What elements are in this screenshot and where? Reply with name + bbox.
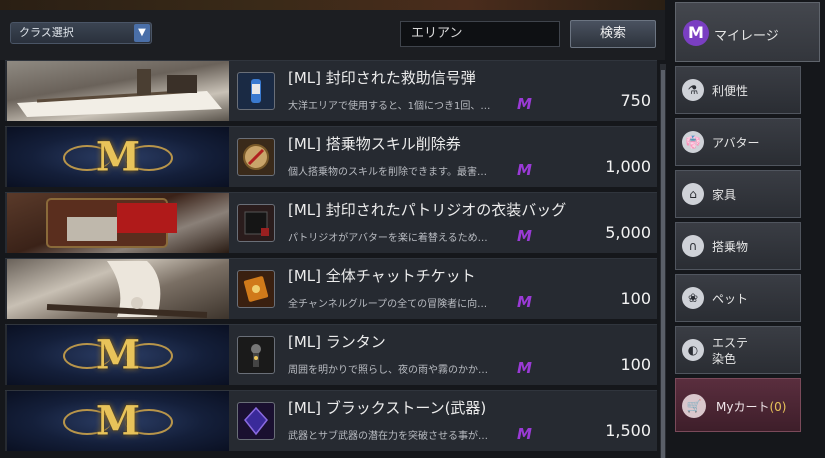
tab-mount[interactable]: ∩ 搭乗物 (675, 222, 801, 270)
item-description: 全チャンネルグループの全ての冒険者に向… (288, 299, 488, 310)
hair-icon: ◐ (682, 339, 704, 361)
tab-label: マイレージ (714, 29, 779, 44)
item-price: 100 (620, 355, 651, 374)
cart-icon: 🛒 (682, 394, 706, 418)
lantern-icon (237, 336, 275, 374)
item-price: 5,000 (605, 223, 651, 242)
chevron-down-icon[interactable]: ▼ (134, 24, 150, 42)
item-name: [ML] 全体チャットチケット (288, 267, 476, 285)
item-price: 100 (620, 289, 651, 308)
item-thumbnail (7, 61, 229, 121)
tab-label: 利便性 (712, 84, 749, 98)
paw-icon: ❀ (682, 287, 704, 309)
list-item[interactable]: M [ML] ブラックストーン(武器) 武器とサブ武器の潜在力を突破させる事が…… (5, 390, 657, 451)
tab-label: 搭乗物 (712, 240, 749, 254)
tab-beauty-dye[interactable]: ◐ エステ 染色 (675, 326, 801, 374)
mileage-emblem-icon: M (7, 391, 229, 451)
item-description: パトリジオがアバターを楽に着替えるため… (288, 233, 488, 244)
class-select-dropdown[interactable]: クラス選択 ▼ (10, 22, 152, 44)
item-thumbnail (7, 193, 229, 253)
chair-icon: ⌂ (682, 183, 704, 205)
list-item[interactable]: M [ML] ランタン 周囲を明かりで照らし、夜の雨や霧のかか… M 100 (5, 324, 657, 385)
tab-pet[interactable]: ❀ ペット (675, 274, 801, 322)
item-name: [ML] 封印された救助信号弾 (288, 69, 476, 87)
potion-icon: ⚗ (682, 79, 704, 101)
horseshoe-icon: ∩ (682, 235, 704, 257)
costume-icon: 👘 (682, 131, 704, 153)
mileage-m-icon: M (517, 293, 532, 311)
list-item[interactable]: M [ML] 搭乗物スキル削除券 個人搭乗物のスキルを削除できます。最害… M … (5, 126, 657, 187)
mileage-m-icon: M (683, 20, 709, 46)
tab-convenience[interactable]: ⚗ 利便性 (675, 66, 801, 114)
item-price: 750 (620, 91, 651, 110)
tab-label: ペット (712, 292, 749, 306)
tab-label: エステ 染色 (712, 336, 749, 366)
search-button[interactable]: 検索 (570, 20, 656, 48)
mileage-m-icon: M (517, 359, 532, 377)
cart-label: Myカート(0) (716, 398, 786, 415)
item-description: 周囲を明かりで照らし、夜の雨や霧のかか… (288, 365, 488, 376)
item-description: 大洋エリアで使用すると、1個につき1回、… (288, 101, 491, 112)
class-select-label: クラス選択 (19, 26, 74, 39)
list-scrollbar[interactable] (660, 64, 666, 458)
item-price: 1,500 (605, 421, 651, 440)
my-cart-button[interactable]: 🛒 Myカート(0) (675, 378, 801, 432)
cart-count: (0) (769, 400, 787, 414)
mileage-m-icon: M (517, 95, 532, 113)
ticket-icon (237, 270, 275, 308)
blackstone-icon (237, 402, 275, 440)
item-thumbnail (7, 259, 229, 319)
item-list: [ML] 封印された救助信号弾 大洋エリアで使用すると、1個につき1回、… M … (0, 60, 660, 458)
item-name: [ML] 封印されたパトリジオの衣装バッグ (288, 201, 567, 219)
list-item[interactable]: [ML] 封印された救助信号弾 大洋エリアで使用すると、1個につき1回、… M … (5, 60, 657, 121)
toolbar: クラス選択 ▼ エリアン 検索 (0, 10, 665, 60)
mileage-m-icon: M (517, 425, 532, 443)
scrollbar-thumb[interactable] (661, 70, 665, 458)
mileage-m-icon: M (517, 227, 532, 245)
tab-mileage[interactable]: M マイレージ (675, 2, 820, 62)
list-item[interactable]: [ML] 全体チャットチケット 全チャンネルグループの全ての冒険者に向… M 1… (5, 258, 657, 319)
item-price: 1,000 (605, 157, 651, 176)
category-sidebar: M マイレージ ⚗ 利便性 👘 アバター ⌂ 家具 ∩ 搭乗物 ❀ ペット ◐ … (670, 0, 825, 458)
mileage-emblem-icon: M (7, 325, 229, 385)
compass-icon (237, 138, 275, 176)
item-name: [ML] ランタン (288, 333, 386, 351)
bag-icon (237, 204, 275, 242)
item-description: 個人搭乗物のスキルを削除できます。最害… (288, 167, 487, 178)
item-description: 武器とサブ武器の潜在力を突破させる事が… (288, 431, 488, 442)
list-item[interactable]: [ML] 封印されたパトリジオの衣装バッグ パトリジオがアバターを楽に着替えるた… (5, 192, 657, 253)
tab-furniture[interactable]: ⌂ 家具 (675, 170, 801, 218)
search-input[interactable]: エリアン (400, 21, 560, 47)
item-name: [ML] 搭乗物スキル削除券 (288, 135, 461, 153)
tab-avatar[interactable]: 👘 アバター (675, 118, 801, 166)
flare-icon (237, 72, 275, 110)
tab-label: アバター (712, 136, 760, 150)
mileage-m-icon: M (517, 161, 532, 179)
mileage-emblem-icon: M (7, 127, 229, 187)
tab-label: 家具 (712, 188, 737, 202)
item-name: [ML] ブラックストーン(武器) (288, 399, 487, 417)
cart-label-text: Myカート (716, 400, 770, 414)
